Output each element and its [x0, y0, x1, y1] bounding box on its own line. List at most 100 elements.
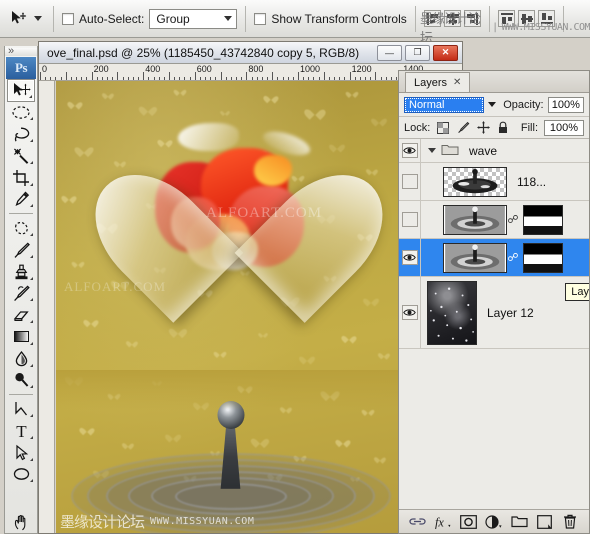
bokeh-heart — [116, 159, 123, 166]
ellipse-shape-icon — [13, 468, 29, 481]
auto-select-label: Auto-Select: — [79, 11, 145, 26]
magic-wand-tool-button[interactable] — [7, 145, 35, 167]
eyedropper-tool-button[interactable] — [7, 189, 35, 211]
pen-tool-button[interactable] — [7, 398, 35, 420]
type-tool-button[interactable]: T — [7, 420, 35, 442]
water-splash-artwork — [56, 370, 405, 533]
splash-thumbnail-art — [452, 168, 498, 193]
active-tool-preview[interactable] — [6, 9, 45, 29]
gradient-icon — [13, 331, 29, 343]
opacity-input[interactable]: 100% — [547, 96, 584, 113]
auto-select-checkbox[interactable] — [62, 12, 74, 25]
history-brush-tool-button[interactable] — [7, 283, 35, 305]
eye-icon[interactable] — [401, 143, 418, 158]
chevron-down-icon[interactable] — [488, 102, 497, 107]
maximize-button[interactable]: ❐ — [405, 44, 430, 61]
divider — [414, 5, 416, 32]
layer-thumbnail[interactable] — [427, 280, 477, 345]
visibility-cell[interactable] — [399, 163, 421, 200]
layer-thumbnail[interactable] — [443, 242, 507, 273]
clone-stamp-tool-button[interactable] — [7, 261, 35, 283]
path-selection-tool-button[interactable] — [7, 442, 35, 464]
vertical-ruler[interactable] — [39, 81, 55, 533]
tab-layers[interactable]: Layers ✕ — [405, 72, 471, 92]
ellipse-shape-tool-button[interactable] — [7, 464, 35, 486]
eye-icon-hidden[interactable] — [401, 174, 418, 189]
hand-tool-button[interactable] — [7, 511, 35, 533]
eye-icon[interactable] — [401, 250, 418, 265]
mask-link-icon[interactable]: ☍ — [507, 213, 519, 226]
layers-list[interactable]: wave 118... ☍ ☍ Layer 12 Lay — [399, 139, 589, 509]
layer-row-masked-selected[interactable]: ☍ — [399, 239, 589, 277]
close-button[interactable]: ✕ — [433, 44, 458, 61]
gradient-tool-button[interactable] — [7, 326, 35, 348]
distribute-buttons-group — [497, 10, 555, 27]
layers-panel: Layers ✕ Normal Opacity: 100% Lock: Fill… — [398, 70, 590, 534]
mask-link-icon[interactable]: ☍ — [507, 251, 519, 264]
auto-select-dropdown[interactable]: Group — [149, 8, 238, 29]
close-icon[interactable]: ✕ — [453, 77, 461, 88]
divider — [245, 5, 247, 32]
tool-preset-chevron-down-icon[interactable] — [34, 16, 42, 21]
artwork-canvas[interactable]: ALFOART.COM ALFOART.COM 墨缘设计论坛 WWW.MISSY… — [56, 81, 405, 533]
layer-mask-thumbnail[interactable] — [523, 204, 563, 235]
eye-icon-hidden[interactable] — [401, 212, 418, 227]
elliptical-marquee-tool-button[interactable] — [7, 102, 35, 124]
document-title-bar[interactable]: ove_final.psd @ 25% (1185450_43742840 co… — [39, 42, 462, 64]
eye-icon[interactable] — [401, 305, 418, 320]
ruler-tick — [225, 77, 227, 80]
add-layer-mask-icon[interactable] — [460, 513, 478, 531]
layer-row-masked-hidden[interactable]: ☍ — [399, 201, 589, 239]
new-layer-icon[interactable] — [536, 513, 554, 531]
delete-layer-icon[interactable] — [561, 513, 579, 531]
ruler-tick — [251, 77, 253, 80]
chevron-down-icon[interactable] — [427, 145, 439, 157]
link-layers-icon[interactable] — [409, 513, 427, 531]
align-horizontal-centers-button[interactable] — [443, 10, 461, 27]
ruler-tick — [246, 72, 248, 80]
visibility-cell[interactable] — [399, 201, 421, 238]
distribute-top-edges-button[interactable] — [497, 10, 515, 27]
visibility-cell[interactable] — [399, 239, 421, 276]
show-transform-controls-checkbox[interactable] — [254, 12, 267, 25]
panel-collapse-handle[interactable] — [5, 45, 37, 57]
canvas-watermark-chinese-text: 墨缘设计论坛 — [60, 513, 145, 531]
lasso-icon — [14, 127, 30, 142]
layer-row-group-wave[interactable]: wave — [399, 139, 589, 163]
layer-row-118[interactable]: 118... — [399, 163, 589, 201]
move-tool-button[interactable] — [7, 79, 35, 102]
minimize-button[interactable]: — — [377, 44, 402, 61]
layer-style-fx-icon[interactable]: fx — [434, 513, 452, 531]
distribute-vertical-centers-button[interactable] — [517, 10, 535, 27]
brush-tool-button[interactable] — [7, 239, 35, 261]
blend-mode-row: Normal Opacity: 100% — [399, 93, 589, 117]
document-title-text: ove_final.psd @ 25% (1185450_43742840 co… — [47, 45, 360, 60]
new-adjustment-layer-icon[interactable] — [485, 513, 503, 531]
new-group-icon[interactable] — [510, 513, 528, 531]
layer-name-layer-12: Layer 12 — [487, 305, 534, 320]
lock-transparency-icon[interactable] — [436, 121, 450, 135]
eraser-tool-button[interactable] — [7, 304, 35, 326]
align-right-edges-button[interactable] — [463, 10, 481, 27]
blend-mode-select[interactable]: Normal — [404, 96, 485, 113]
visibility-cell[interactable] — [399, 277, 421, 348]
lock-position-icon[interactable] — [476, 121, 490, 135]
dodge-tool-button[interactable] — [7, 370, 35, 392]
ruler-label: 0 — [42, 64, 48, 74]
lock-image-icon[interactable] — [456, 121, 470, 135]
distribute-bottom-edges-button[interactable] — [537, 10, 555, 27]
lock-all-icon[interactable] — [496, 121, 510, 135]
crop-tool-button[interactable] — [7, 167, 35, 189]
visibility-cell[interactable] — [399, 139, 421, 162]
blur-tool-button[interactable] — [7, 348, 35, 370]
layer-thumbnail[interactable] — [443, 166, 507, 197]
healing-brush-tool-button[interactable] — [7, 217, 35, 239]
layer-thumbnail[interactable] — [443, 204, 507, 235]
bokeh-heart — [176, 87, 184, 95]
layer-row-layer-12[interactable]: Layer 12 Lay — [399, 277, 589, 349]
fill-input[interactable]: 100% — [544, 119, 584, 136]
lasso-tool-button[interactable] — [7, 123, 35, 145]
layer-mask-thumbnail[interactable] — [523, 242, 563, 273]
align-left-edges-button[interactable] — [423, 10, 441, 27]
magic-wand-icon — [14, 148, 29, 164]
